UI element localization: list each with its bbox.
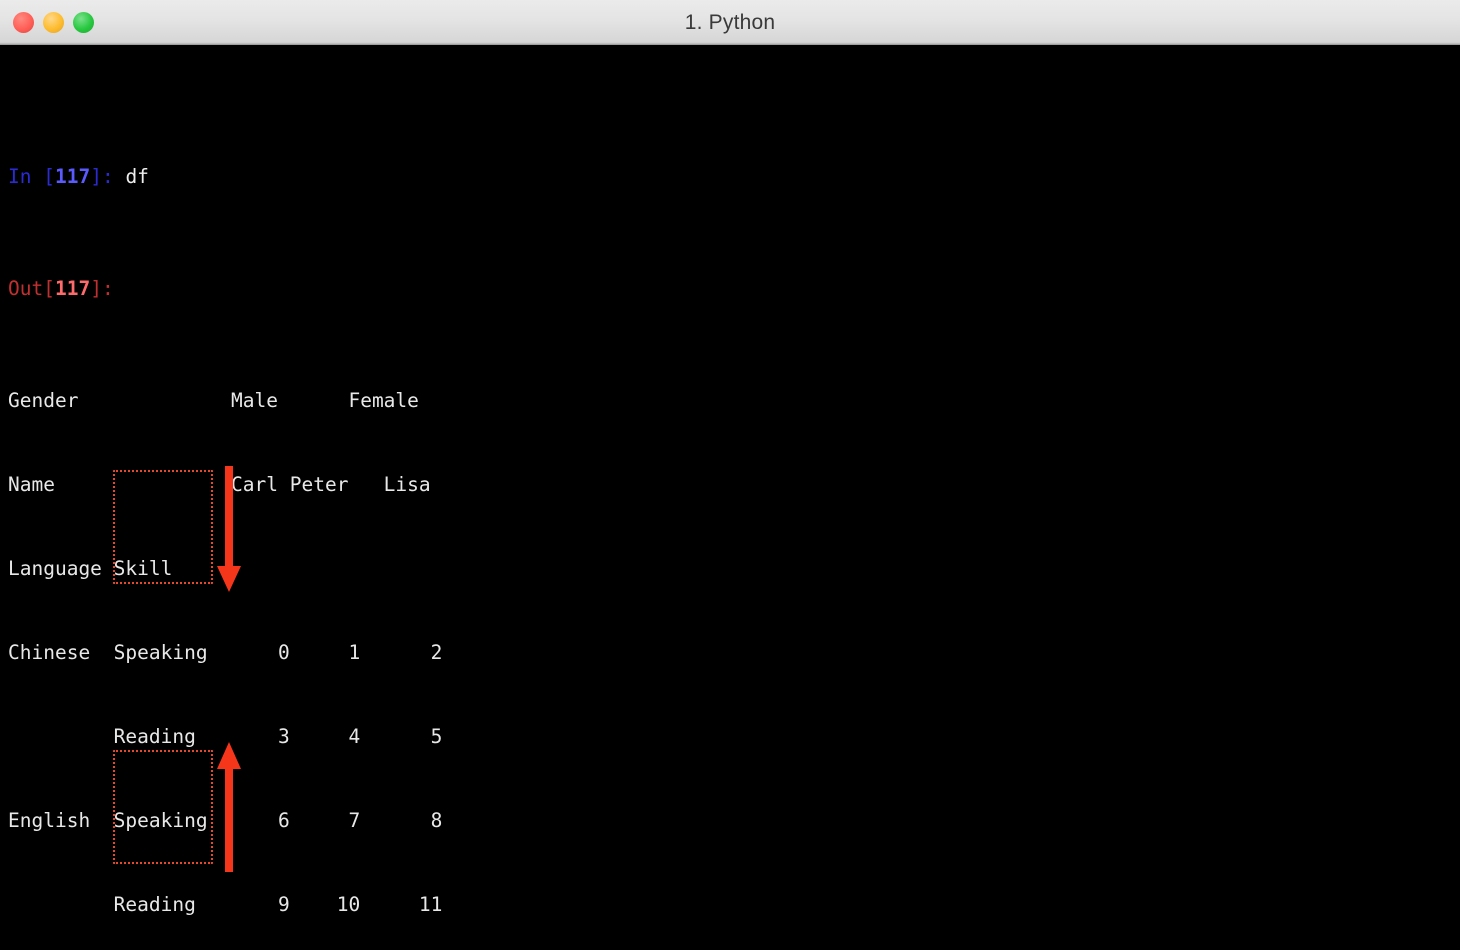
input-prompt-line: In [117]: df: [8, 165, 149, 188]
terminal-window: 1. Python In [117]: df Out[117]: Gender …: [0, 0, 1460, 950]
table-row: Chinese Speaking 0 1 2: [8, 641, 443, 664]
table-header-row: Language Skill: [8, 557, 173, 580]
in-number: 117: [54, 165, 91, 188]
window-title: 1. Python: [684, 11, 776, 34]
window-titlebar: 1. Python: [0, 0, 1460, 45]
table-row: Reading 9 10 11: [8, 893, 443, 916]
out-number: 117: [54, 277, 91, 300]
table-header-row: Gender Male Female: [8, 389, 419, 412]
table-row: English Speaking 6 7 8: [8, 809, 443, 832]
out-label: Out: [8, 277, 44, 300]
output-prompt-line: Out[117]:: [8, 277, 114, 300]
prompt-colon: :: [101, 165, 126, 188]
in-label: In: [8, 165, 32, 188]
table-header-row: Name Carl Peter Lisa: [8, 473, 431, 496]
out-colon: :: [101, 277, 114, 300]
terminal-output-area[interactable]: In [117]: df Out[117]: Gender Male Femal…: [0, 46, 1460, 950]
table-row: Reading 3 4 5: [8, 725, 443, 748]
command-text: df: [125, 165, 149, 188]
